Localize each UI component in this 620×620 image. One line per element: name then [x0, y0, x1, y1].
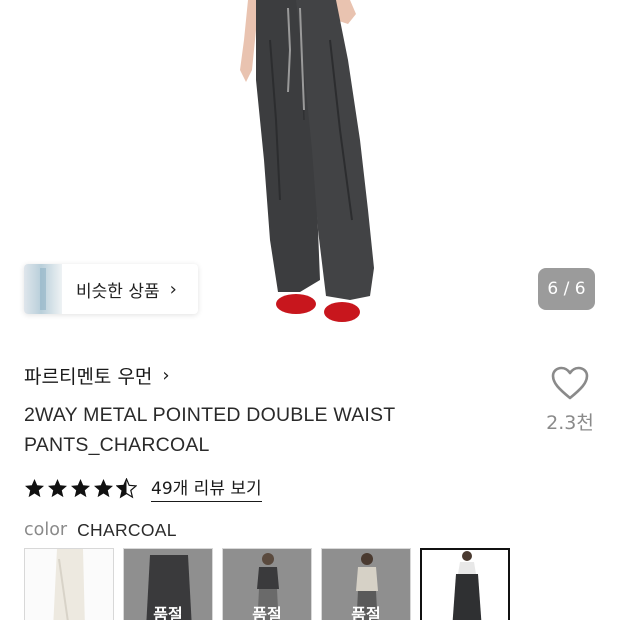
swatch-image	[25, 549, 113, 620]
color-swatches: 품절 품절 품절	[24, 548, 519, 620]
chevron-right-icon: ›	[162, 365, 170, 386]
star-half-icon	[116, 477, 137, 498]
color-value: CHARCOAL	[77, 520, 177, 540]
soldout-label: 품절	[351, 605, 381, 620]
swatch-model-beige[interactable]: 품절	[321, 548, 411, 620]
similar-products-button[interactable]: 비슷한 상품 ›	[24, 264, 198, 314]
brand-name: 파르티멘토 우먼	[24, 366, 153, 388]
product-image-gallery[interactable]: 비슷한 상품 › 6 / 6	[0, 0, 620, 335]
star-full-icon	[71, 478, 90, 497]
similar-products-label: 비슷한 상품	[76, 281, 160, 302]
color-key: color	[24, 520, 68, 540]
product-title-line1: 2WAY METAL POINTED DOUBLE WAIST	[24, 404, 396, 426]
product-title: 2WAY METAL POINTED DOUBLE WAIST PANTS_CH…	[24, 400, 494, 460]
swatch-charcoal-flat[interactable]: 품절	[123, 548, 213, 620]
chevron-right-icon: ›	[169, 278, 177, 300]
soldout-label: 품절	[252, 605, 282, 620]
product-title-line2: PANTS_CHARCOAL	[24, 434, 210, 456]
swatch-image	[422, 550, 508, 620]
image-counter: 6 / 6	[538, 268, 595, 310]
swatch-model-charcoal[interactable]	[420, 548, 510, 620]
heart-icon	[551, 366, 589, 400]
swatch-ivory[interactable]	[24, 548, 114, 620]
star-full-icon	[48, 478, 67, 497]
similar-product-thumbnail	[24, 264, 62, 314]
like-count: 2.3천	[546, 412, 594, 434]
star-full-icon	[25, 478, 44, 497]
soldout-label: 품절	[153, 605, 183, 620]
rating-row: 49개 리뷰 보기	[24, 474, 262, 502]
color-row: color CHARCOAL	[24, 520, 177, 541]
review-link[interactable]: 49개 리뷰 보기	[151, 474, 262, 502]
star-rating	[24, 477, 139, 499]
star-full-icon	[94, 478, 113, 497]
swatch-model-vest[interactable]: 품절	[222, 548, 312, 620]
brand-link[interactable]: 파르티멘토 우먼 ›	[24, 362, 170, 389]
like-button[interactable]: 2.3천	[538, 366, 602, 435]
